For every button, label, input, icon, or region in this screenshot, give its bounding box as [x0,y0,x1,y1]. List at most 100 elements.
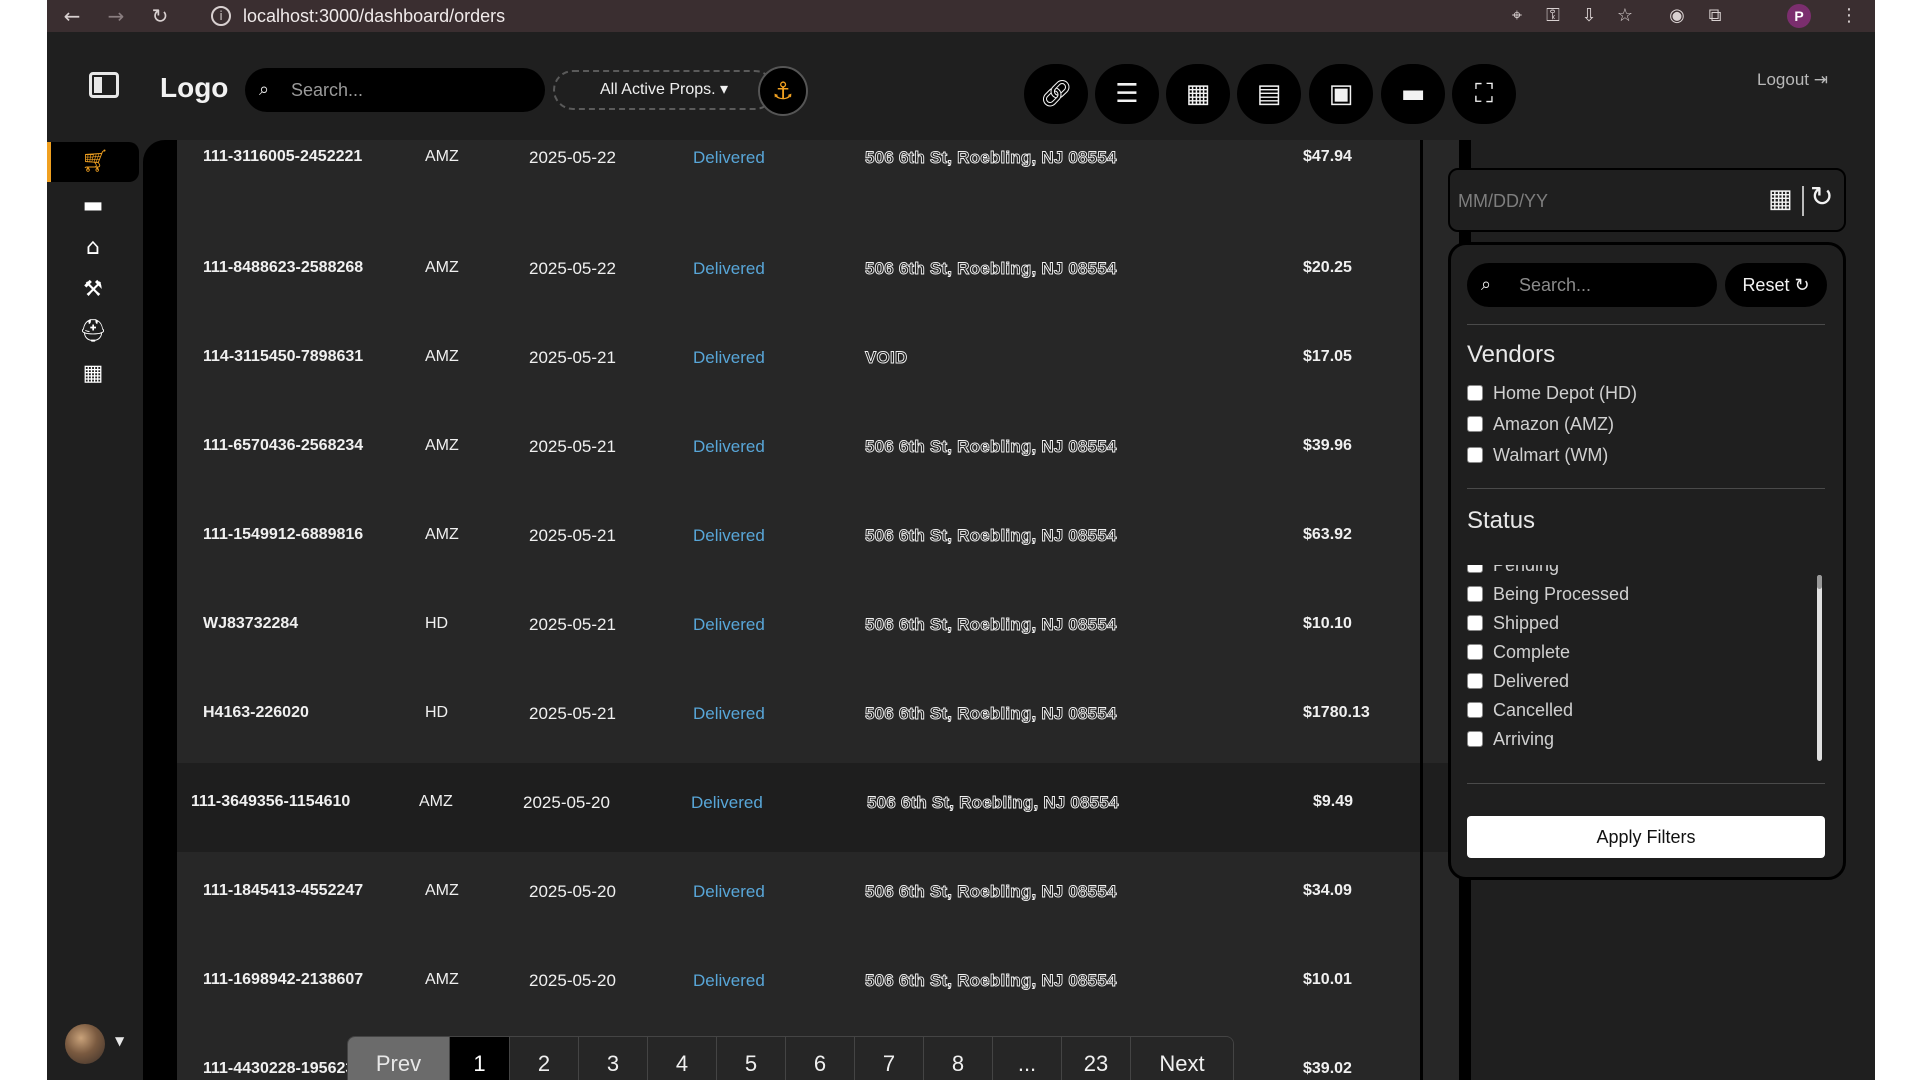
install-icon[interactable]: ⇩ [1577,4,1601,28]
date-separator [1802,186,1804,216]
status-filter-option[interactable]: Pending [1467,565,1559,577]
back-icon[interactable]: ← [59,3,85,29]
page-button[interactable]: 7 [855,1037,924,1080]
credit-card-icon[interactable]: ▬ [1381,64,1445,124]
sidebar-item-orders[interactable]: 🛒︎ [47,142,139,182]
order-status: Delivered [693,615,765,634]
page-button[interactable]: 4 [648,1037,717,1080]
checkbox[interactable] [1467,416,1483,432]
status-filter-option[interactable]: Shipped [1467,611,1559,635]
vendor-filter-option[interactable]: Home Depot (HD) [1467,381,1637,405]
sidebar-toggle-icon[interactable] [89,72,119,98]
page-button[interactable]: 3 [579,1037,648,1080]
checkbox[interactable] [1467,447,1483,463]
checkbox[interactable] [1467,385,1483,401]
link-icon[interactable]: 🔗︎ [1024,64,1088,124]
status-filter-option[interactable]: Delivered [1467,669,1569,693]
table-row[interactable]: 111-6570436-2568234 AMZ 2025-05-21 Delivere… [177,407,1459,496]
fullscreen-icon[interactable]: ⛶ [1452,64,1516,124]
calendar-icon[interactable]: ▦ [1166,64,1230,124]
order-amount: $39.96 [1303,437,1352,454]
prev-page-button[interactable]: Prev [348,1037,450,1080]
order-amount: $17.05 [1303,348,1352,365]
location-icon[interactable]: ⌖ [1505,4,1529,28]
profile-avatar[interactable]: P [1787,4,1811,28]
message-icon[interactable]: ▣ [1309,64,1373,124]
reset-button[interactable]: Reset ↻ [1725,263,1827,307]
status-filter-option[interactable]: Being Processed [1467,582,1629,606]
site-info-icon[interactable]: i [211,6,231,26]
order-id: 111-3116005-2452221 [203,148,363,165]
sidebar-item-contractors[interactable]: ⛑ [47,312,139,352]
extension-mask-icon[interactable]: ◉ [1665,4,1689,28]
checkbox[interactable] [1467,702,1483,718]
page-button[interactable]: ... [993,1037,1062,1080]
user-avatar[interactable] [65,1024,105,1064]
page-button[interactable]: 8 [924,1037,993,1080]
checkbox[interactable] [1467,565,1483,573]
sidebar-item-payments[interactable]: ▬ [47,186,139,226]
panel-divider [1420,140,1423,1080]
checklist-icon[interactable]: ☰ [1095,64,1159,124]
logout-link[interactable]: Logout ⇥ [1757,70,1828,90]
order-address: 506 6th St, Roebling, NJ 08554 [865,526,1117,546]
checkbox[interactable] [1467,615,1483,631]
refresh-icon[interactable]: ↻ [1810,180,1833,213]
calculator-icon[interactable]: ▤ [1237,64,1301,124]
checkbox[interactable] [1467,731,1483,747]
page-button[interactable]: 1 [450,1037,510,1080]
url-text[interactable]: localhost:3000/dashboard/orders [243,6,505,27]
key-icon[interactable]: ⚿ [1541,4,1565,28]
table-row[interactable]: 111-1845413-4552247 AMZ 2025-05-20 Delivere… [177,852,1459,941]
date-input[interactable] [1458,186,1738,216]
table-row[interactable]: 111-3116005-2452221 AMZ 2025-05-22 Delivere… [177,140,1459,229]
table-row[interactable]: 114-3115450-7898631 AMZ 2025-05-21 Delivere… [177,318,1459,407]
next-page-button[interactable]: Next [1131,1037,1233,1080]
order-address: 506 6th St, Roebling, NJ 08554 [865,437,1117,457]
reload-icon[interactable]: ↻ [147,3,173,29]
sidebar-item-schedule[interactable]: ▦ [47,354,139,394]
checkbox[interactable] [1467,644,1483,660]
filter-search-input[interactable] [1519,271,1709,299]
status-list[interactable]: Pending Being Processed Shipped Complete Del… [1451,565,1831,755]
sidebar-item-properties[interactable]: ⌂ [47,228,139,268]
table-row[interactable]: 111-8488623-2588268 AMZ 2025-05-22 Delivere… [177,229,1459,318]
vendor-filter-option[interactable]: Amazon (AMZ) [1467,412,1614,436]
address-bar[interactable]: i localhost:3000/dashboard/orders [197,0,1707,32]
bookmark-star-icon[interactable]: ☆ [1613,4,1637,28]
status-filter-option[interactable]: Cancelled [1467,698,1573,722]
checkbox[interactable] [1467,586,1483,602]
status-heading: Status [1467,507,1536,534]
page-button[interactable]: 5 [717,1037,786,1080]
caret-down-icon[interactable]: ▼ [115,1034,124,1048]
properties-dropdown[interactable]: All Active Props. ▾ [553,70,775,110]
apply-filters-button[interactable]: Apply Filters [1467,816,1825,858]
table-row[interactable]: 111-3649356-1154610 AMZ 2025-05-20 Delivere… [177,763,1459,852]
page-button[interactable]: 23 [1062,1037,1131,1080]
checkbox[interactable] [1467,673,1483,689]
table-row[interactable]: H4163-226020 HD 2025-05-21 Delivered 506 6th… [177,674,1459,763]
order-vendor: AMZ [425,971,459,988]
forward-icon[interactable]: → [103,3,129,29]
order-address: 506 6th St, Roebling, NJ 08554 [865,971,1117,991]
sidebar-item-tools[interactable]: ⚒ [47,270,139,310]
table-row[interactable]: 111-1698942-2138607 AMZ 2025-05-20 Delivere… [177,941,1459,1030]
status-label: Delivered [1493,670,1570,691]
vendor-filter-option[interactable]: Walmart (WM) [1467,443,1608,467]
status-scrollbar[interactable] [1817,575,1822,761]
table-row[interactable]: 111-1549912-6889816 AMZ 2025-05-21 Delivere… [177,496,1459,585]
anchor-lock-button[interactable]: ⚓ [758,66,808,116]
table-row[interactable]: WJ83732284 HD 2025-05-21 Delivered 506 6th S… [177,585,1459,674]
page-button[interactable]: 6 [786,1037,855,1080]
divider [1467,324,1825,325]
calendar-icon[interactable]: ▦ [1768,184,1793,214]
extensions-puzzle-icon[interactable]: ⧉ [1703,4,1727,28]
logo[interactable]: Logo [160,72,228,104]
order-status: Delivered [693,882,765,901]
header-search-input[interactable] [291,76,531,104]
shopping-cart-icon: 🛒︎ [81,149,109,174]
status-filter-option[interactable]: Complete [1467,640,1570,664]
status-filter-option[interactable]: Arriving [1467,727,1554,751]
browser-menu-icon[interactable]: ⋮ [1837,4,1861,28]
page-button[interactable]: 2 [510,1037,579,1080]
